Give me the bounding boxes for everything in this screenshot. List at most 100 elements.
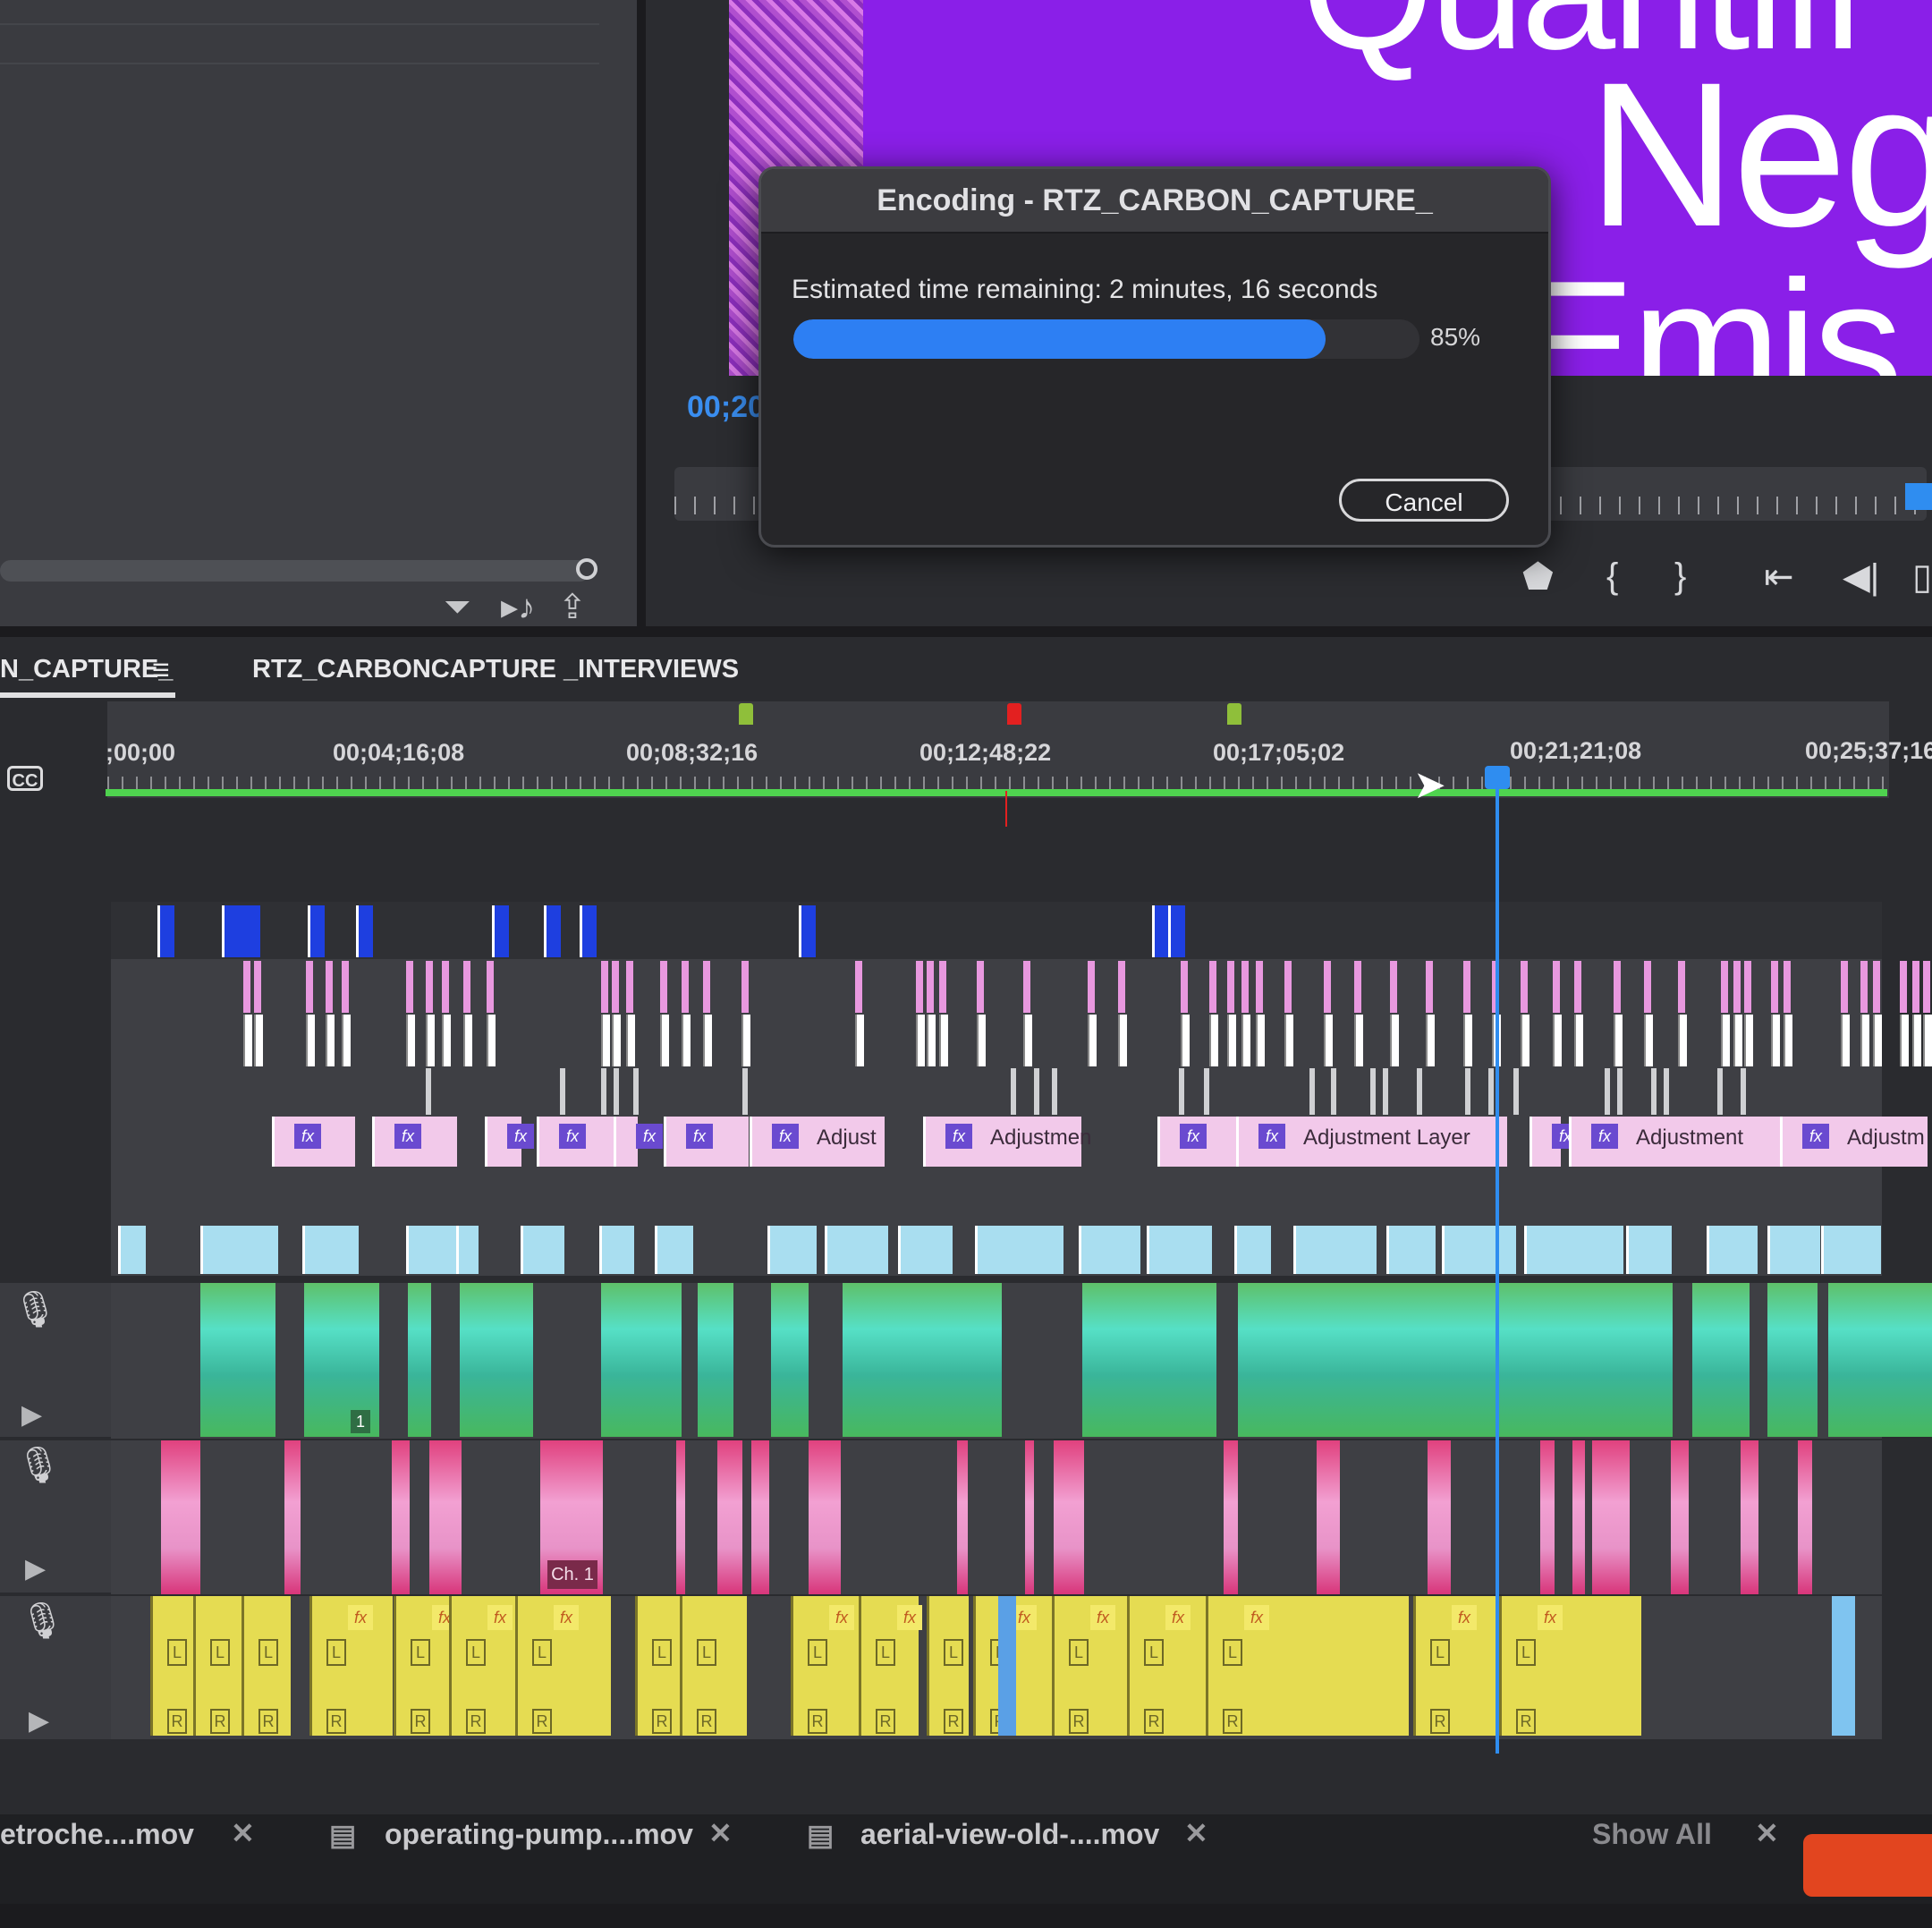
video-track-v4[interactable]: [111, 1013, 1932, 1068]
audio-clip[interactable]: [1082, 1283, 1216, 1437]
audio-clip[interactable]: [429, 1440, 462, 1594]
video-clip[interactable]: [1293, 1226, 1377, 1274]
work-area-bar[interactable]: [106, 789, 1887, 796]
audio-clip[interactable]: LR: [242, 1596, 291, 1736]
audio-clip[interactable]: [1317, 1440, 1340, 1594]
video-clip[interactable]: [1513, 1068, 1519, 1115]
video-clip[interactable]: [1390, 961, 1397, 1013]
video-clip[interactable]: [456, 1226, 479, 1274]
video-clip[interactable]: [975, 1226, 1063, 1274]
audio-track-a2[interactable]: Ch. 1: [111, 1440, 1882, 1596]
adjustment-layer-clip[interactable]: fx Adjustment Layer: [1236, 1117, 1507, 1167]
video-clip[interactable]: [1912, 1015, 1921, 1066]
video-clip[interactable]: [342, 961, 349, 1013]
video-clip[interactable]: [1574, 961, 1581, 1013]
video-clip[interactable]: [1118, 961, 1125, 1013]
audio-clip[interactable]: [1832, 1596, 1855, 1736]
audio-clip[interactable]: [998, 1596, 1016, 1736]
audio-clip[interactable]: [1828, 1283, 1932, 1437]
video-clip[interactable]: [326, 1015, 335, 1066]
microphone-icon[interactable]: 🎙: [16, 1444, 62, 1486]
video-clip[interactable]: [1733, 1015, 1742, 1066]
video-clip[interactable]: [442, 1015, 451, 1066]
video-clip[interactable]: [601, 961, 608, 1013]
video-clip[interactable]: [1574, 1015, 1583, 1066]
video-clip[interactable]: [741, 961, 749, 1013]
video-clip[interactable]: [1227, 961, 1234, 1013]
video-clip[interactable]: [1079, 1226, 1140, 1274]
video-clip[interactable]: [243, 961, 250, 1013]
mark-in-icon[interactable]: {: [1606, 556, 1618, 597]
audio-clip[interactable]: LR: [927, 1596, 969, 1736]
hamburger-icon[interactable]: ≡: [152, 653, 170, 688]
video-clip[interactable]: [1284, 1015, 1293, 1066]
video-clip[interactable]: [1771, 1015, 1780, 1066]
close-icon[interactable]: ✕: [231, 1816, 255, 1850]
expand-arrow-icon[interactable]: ▶: [29, 1705, 49, 1737]
video-clip[interactable]: [1923, 961, 1930, 1013]
sequence-marker[interactable]: [1007, 703, 1021, 725]
title-clip[interactable]: [157, 905, 174, 957]
audio-clip[interactable]: [1623, 1283, 1673, 1437]
adjustment-layer-clip[interactable]: fx: [372, 1117, 457, 1167]
audio-clip[interactable]: [200, 1283, 275, 1437]
video-clip[interactable]: [1767, 1226, 1820, 1274]
audio-clip[interactable]: [843, 1283, 1002, 1437]
audio-clip[interactable]: LR: [680, 1596, 747, 1736]
video-clip[interactable]: [655, 1226, 693, 1274]
adjustment-layer-clip[interactable]: fx: [272, 1117, 355, 1167]
video-track-v5[interactable]: [111, 959, 1930, 1015]
video-clip[interactable]: [342, 1015, 351, 1066]
audio-clip[interactable]: [1592, 1440, 1630, 1594]
video-clip[interactable]: [1354, 961, 1361, 1013]
audio-clip[interactable]: L Rfx: [309, 1596, 393, 1736]
adjustment-layer-clip[interactable]: fx Adjustmen: [923, 1117, 1091, 1167]
video-clip[interactable]: [1644, 1015, 1653, 1066]
audio-clip[interactable]: [392, 1440, 410, 1594]
audio-clip[interactable]: L Rfx: [1499, 1596, 1641, 1736]
title-clip[interactable]: [356, 905, 373, 957]
video-clip[interactable]: [1923, 1015, 1932, 1066]
video-clip[interactable]: [1241, 1015, 1250, 1066]
video-clip[interactable]: [1678, 961, 1685, 1013]
video-clip[interactable]: [1873, 961, 1880, 1013]
video-clip[interactable]: [916, 1015, 925, 1066]
video-clip[interactable]: [1088, 1015, 1097, 1066]
title-clip[interactable]: [492, 905, 509, 957]
video-clip[interactable]: [426, 961, 433, 1013]
video-clip[interactable]: [601, 1015, 610, 1066]
video-clip[interactable]: [898, 1226, 953, 1274]
close-icon[interactable]: ✕: [1184, 1816, 1208, 1850]
video-clip[interactable]: [703, 961, 710, 1013]
video-clip[interactable]: [939, 1015, 948, 1066]
video-clip[interactable]: [1181, 961, 1188, 1013]
video-clip[interactable]: [254, 1015, 263, 1066]
audio-clip[interactable]: [717, 1440, 742, 1594]
audio-clip[interactable]: [408, 1283, 431, 1437]
video-track-v1b[interactable]: [111, 1174, 1882, 1226]
expand-arrow-icon[interactable]: ▶: [21, 1399, 42, 1431]
monitor-playhead[interactable]: [1905, 483, 1932, 510]
title-clip[interactable]: [580, 905, 597, 957]
title-clip[interactable]: [308, 905, 325, 957]
video-clip[interactable]: [1052, 1068, 1057, 1115]
video-clip[interactable]: [1771, 961, 1778, 1013]
adjustment-layer-clip[interactable]: fx: [485, 1117, 534, 1167]
filter-icon[interactable]: ⏷: [444, 590, 470, 624]
audio-clip[interactable]: [1428, 1440, 1451, 1594]
video-clip[interactable]: [1442, 1226, 1516, 1274]
video-clip[interactable]: [825, 1226, 888, 1274]
video-clip[interactable]: [1553, 1015, 1562, 1066]
tab-interviews[interactable]: RTZ_CARBONCAPTURE _INTERVIEWS: [252, 655, 739, 684]
audio-clip[interactable]: [1540, 1440, 1555, 1594]
video-clip[interactable]: [855, 961, 862, 1013]
audio-clip[interactable]: L Rfx: [791, 1596, 867, 1736]
video-clip[interactable]: [1234, 1226, 1271, 1274]
video-clip[interactable]: [1179, 1068, 1184, 1115]
video-clip[interactable]: [254, 961, 261, 1013]
video-clip[interactable]: [1873, 1015, 1882, 1066]
video-clip[interactable]: [200, 1226, 278, 1274]
video-clip[interactable]: [612, 961, 619, 1013]
video-clip[interactable]: [1324, 961, 1331, 1013]
playhead-timecode[interactable]: 00;20: [687, 390, 765, 425]
